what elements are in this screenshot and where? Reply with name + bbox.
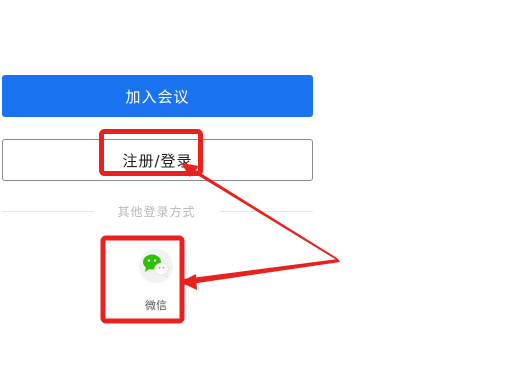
- arrow-head-wechat: [180, 274, 197, 290]
- other-login-methods-label: 其他登录方式: [117, 205, 196, 219]
- join-meeting-button[interactable]: 加入会议: [2, 75, 313, 117]
- register-login-button[interactable]: 注册/登录: [2, 139, 313, 181]
- wechat-icon[interactable]: [137, 248, 175, 284]
- divider-right: [219, 211, 313, 212]
- wechat-login-label[interactable]: 微信: [138, 297, 174, 313]
- divider-left: [2, 211, 94, 212]
- arrow-to-wechat: [184, 259, 340, 285]
- annotation-overlay: [99, 129, 340, 324]
